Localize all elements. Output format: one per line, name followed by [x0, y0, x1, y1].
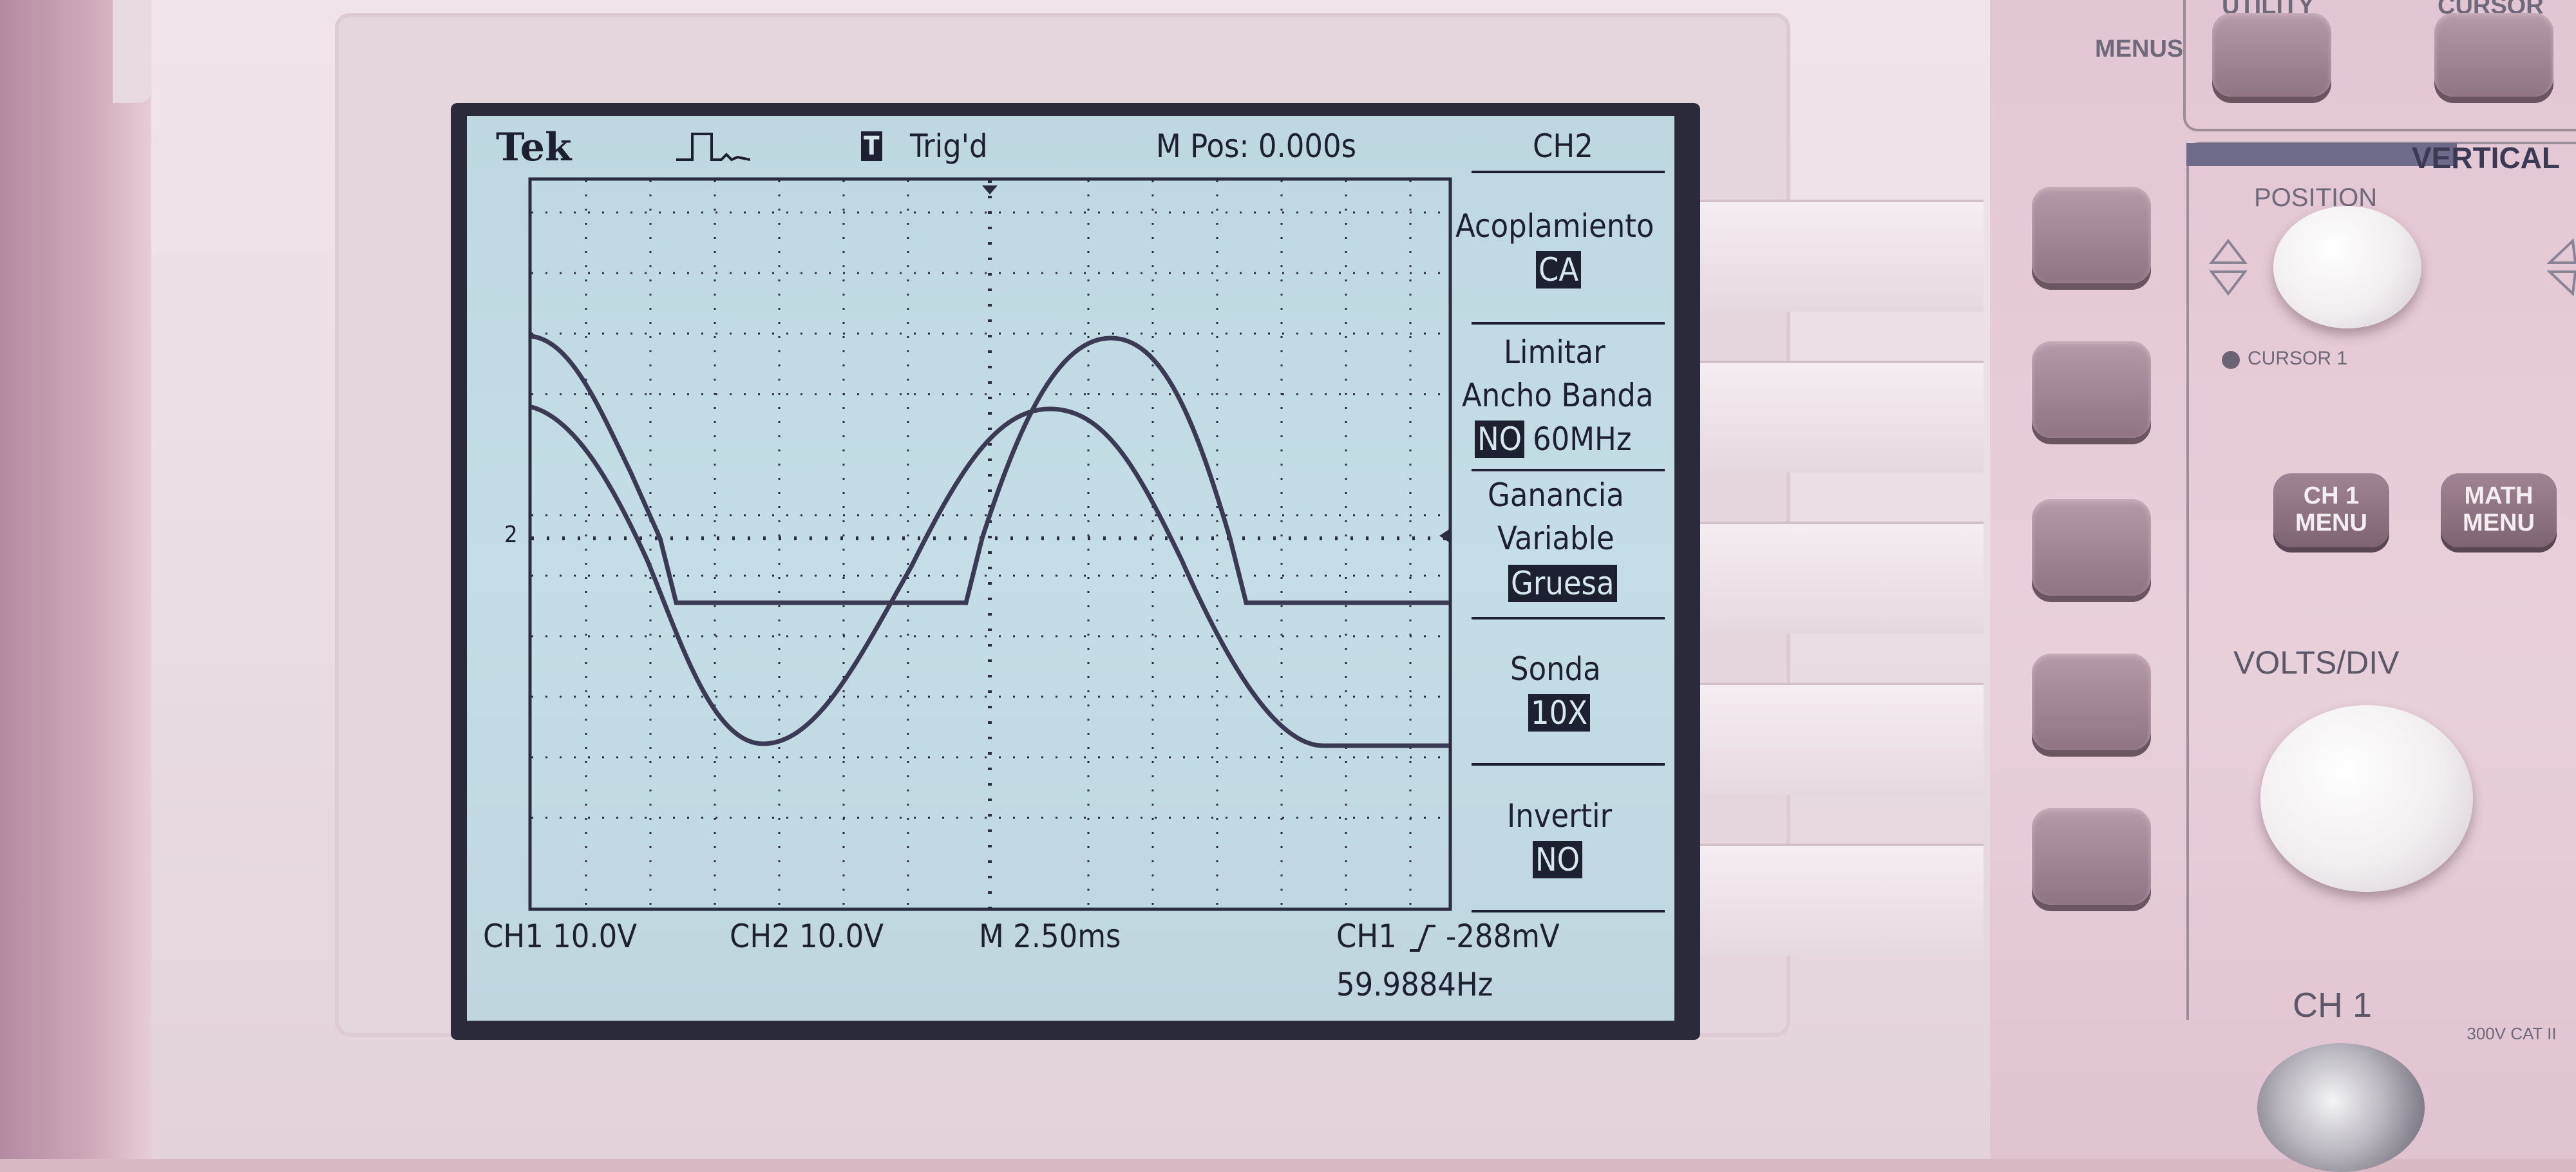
- ch1-bnc-connector[interactable]: [2257, 1043, 2425, 1172]
- trigger-source: CH1: [1336, 918, 1397, 955]
- position-arrows-icon: [2209, 238, 2248, 296]
- trigger-level: -288mV: [1446, 918, 1560, 955]
- bandwidth-value: NO: [1475, 421, 1525, 458]
- menu-divider: [1472, 617, 1665, 619]
- gain-label-2: Variable: [1497, 520, 1615, 557]
- menu-divider: [1472, 763, 1665, 766]
- math-menu-button[interactable]: MATH MENU: [2441, 473, 2557, 547]
- menu-option-button-1[interactable]: [2032, 187, 2151, 283]
- timebase-readout: M 2.50ms: [979, 918, 1121, 955]
- ch1-input-label: CH 1: [2293, 986, 2372, 1025]
- ch2-trace: [531, 334, 1449, 605]
- menu-option-button-2[interactable]: [2032, 341, 2151, 438]
- menu-divider: [1472, 322, 1665, 325]
- menu-title: CH2: [1533, 128, 1593, 165]
- oscilloscope-screen: Tek T Trig'd M Pos: 0.000s 2 CH1 10.0V C…: [467, 116, 1674, 1021]
- waveform-display: [528, 177, 1452, 911]
- coupling-label: Acoplamiento: [1455, 207, 1654, 245]
- menu-key-guide: [1700, 844, 1984, 956]
- menu-key-guide: [1700, 683, 1984, 795]
- menus-label: MENUS: [2095, 35, 2184, 62]
- menu-key-guide: [1700, 200, 1984, 312]
- rising-edge-icon: [1410, 925, 1435, 952]
- instrument-left-edge: [0, 0, 151, 1159]
- bandwidth-label-1: Limitar: [1504, 334, 1605, 371]
- bandwidth-limit: 60MHz: [1533, 421, 1632, 458]
- menu-divider: [1472, 171, 1665, 173]
- frequency-readout: 59.9884Hz: [1336, 966, 1493, 1003]
- menu-option-button-3[interactable]: [2032, 499, 2151, 596]
- invert-value: NO: [1533, 841, 1583, 878]
- position-arrows-icon: [2547, 238, 2576, 296]
- menu-key-strip: [1700, 200, 1984, 1037]
- cat-rating-label: 300V CAT II: [2467, 1024, 2557, 1043]
- menus-group-outline: [2183, 0, 2576, 131]
- menu-option-button-5[interactable]: [2032, 808, 2151, 905]
- menu-option-button-4[interactable]: [2032, 654, 2151, 750]
- cursor1-label: CURSOR 1: [2248, 348, 2348, 369]
- gain-label-1: Ganancia: [1488, 477, 1624, 514]
- volts-div-label: VOLTS/DIV: [2233, 645, 2400, 681]
- ch1-volts-readout: CH1 10.0V: [483, 918, 638, 955]
- invert-label: Invertir: [1507, 797, 1613, 835]
- probe-value: 10X: [1528, 694, 1591, 732]
- menu-divider: [1472, 910, 1665, 912]
- menu-key-guide: [1700, 522, 1984, 634]
- gain-value: Gruesa: [1508, 565, 1617, 602]
- menu-key-guide: [1700, 361, 1984, 473]
- ch2-ground-marker: 2: [504, 522, 518, 548]
- ch1-menu-button[interactable]: CH 1 MENU: [2273, 473, 2389, 547]
- menu-divider: [1472, 469, 1665, 471]
- vertical-label: VERTICAL: [2412, 141, 2560, 175]
- ch1-volts-div-knob[interactable]: [2260, 705, 2473, 892]
- ch1-position-knob[interactable]: [2273, 206, 2421, 328]
- bandwidth-label-2: Ancho Banda: [1462, 377, 1654, 414]
- probe-label: Sonda: [1510, 650, 1601, 688]
- cursor1-indicator-icon: [2222, 351, 2240, 369]
- coupling-value: CA: [1536, 251, 1582, 288]
- ch2-volts-readout: CH2 10.0V: [730, 918, 884, 955]
- control-panel: MENUS UTILITY CURSOR VERTICAL POSITION C…: [1990, 0, 2576, 1172]
